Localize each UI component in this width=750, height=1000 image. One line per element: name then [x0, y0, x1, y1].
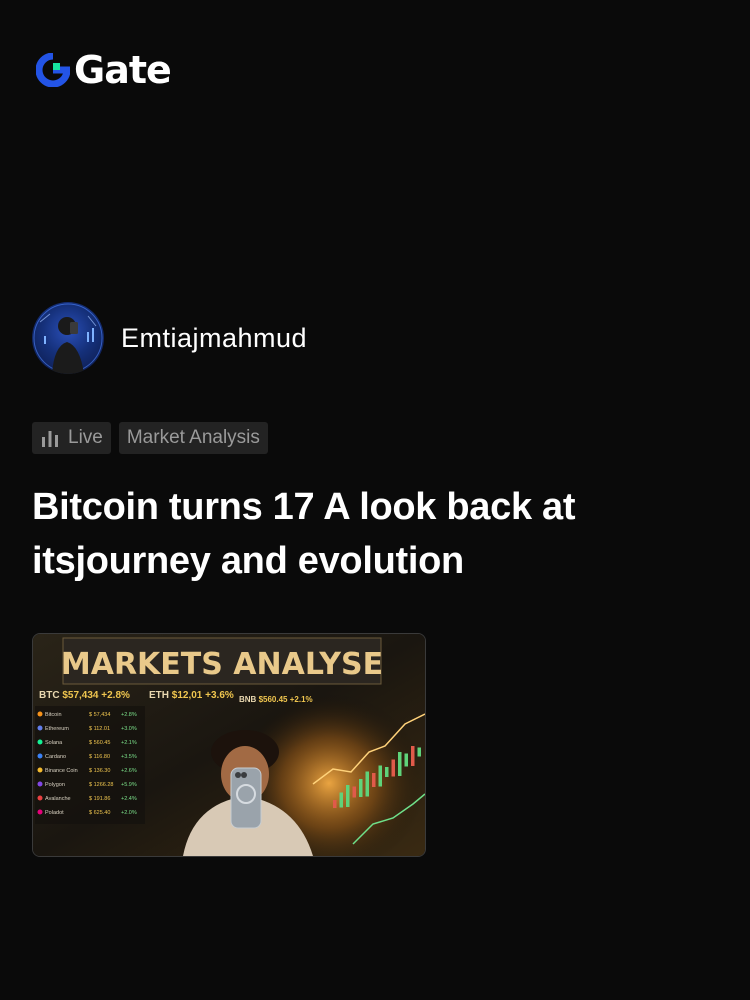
candle [378, 765, 382, 787]
ticker-bnb-symbol: BNB [239, 695, 257, 704]
coin-change: +3.5% [121, 754, 137, 760]
candle [404, 753, 408, 767]
thumbnail-headline: MARKETS ANALYSE [61, 647, 383, 682]
coin-icon [37, 711, 43, 717]
candle [346, 785, 350, 807]
coin-name: Solana [45, 740, 63, 746]
coin-price: $ 625.40 [89, 810, 110, 816]
tag-live-label: Live [68, 427, 103, 448]
svg-text:BNB $560.45 +2.1%: BNB $560.45 +2.1% [239, 695, 313, 704]
tag-live[interactable]: Live [32, 422, 111, 454]
coin-price: $ 191.86 [89, 796, 110, 802]
candle [365, 771, 369, 797]
ticker-btc-change: +2.8% [101, 690, 130, 701]
thumbnail-image: MARKETS ANALYSE BTC $57,434 +2.8% ETH $1… [33, 634, 425, 856]
candle [333, 800, 337, 808]
coin-name: Avalanche [45, 796, 71, 802]
candle [398, 752, 402, 776]
tag-market-analysis-label: Market Analysis [126, 427, 260, 448]
ticker-eth-change: +3.6% [205, 690, 234, 701]
coin-change: +2.1% [121, 740, 137, 746]
coin-icon [37, 781, 43, 787]
gate-logo[interactable]: Gate [36, 48, 172, 92]
coin-icon [37, 753, 43, 759]
coin-price: $ 116.80 [89, 754, 110, 760]
coin-name: Ethereum [45, 726, 69, 732]
avatar[interactable] [32, 302, 104, 374]
coin-price: $ 57,434 [89, 712, 110, 718]
coin-price: $ 112.01 [89, 726, 110, 732]
coin-change: +3.0% [121, 726, 137, 732]
coin-change: +5.9% [121, 782, 137, 788]
gate-logo-text: Gate [74, 48, 172, 92]
coin-price: $ 560.45 [89, 740, 110, 746]
coin-name: Poladot [45, 810, 64, 816]
coin-icon [37, 767, 43, 773]
ticker-eth-symbol: ETH [149, 690, 169, 701]
coin-name: Cardano [45, 754, 66, 760]
ticker-bnb-change: +2.1% [290, 695, 313, 704]
avatar-image [33, 303, 103, 374]
tag-list: Live Market Analysis [32, 422, 268, 454]
coin-name: Polygon [45, 782, 65, 788]
coin-icon [37, 725, 43, 731]
ticker-btc-symbol: BTC [39, 690, 60, 701]
ticker-bnb-price: $560.45 [259, 695, 288, 704]
coin-price: $ 136.30 [89, 768, 110, 774]
author-row[interactable]: Emtiajmahmud [32, 302, 307, 374]
candle [359, 779, 363, 797]
candle [385, 767, 389, 777]
coin-change: +2.6% [121, 768, 137, 774]
coin-change: +2.8% [121, 712, 137, 718]
svg-text:BTC $57,434 +2.8%: BTC $57,434 +2.8% [39, 690, 130, 701]
coin-price: $ 1266.28 [89, 782, 113, 788]
coin-name: Binance Coin [45, 768, 78, 774]
candle [411, 746, 415, 766]
candle [417, 747, 421, 757]
ticker-eth-price: $12,01 [172, 690, 203, 701]
post-thumbnail[interactable]: MARKETS ANALYSE BTC $57,434 +2.8% ETH $1… [32, 633, 426, 857]
candle [352, 786, 356, 798]
coin-change: +2.0% [121, 810, 137, 816]
candle [372, 773, 376, 787]
bar-chart-icon [42, 431, 58, 447]
coin-change: +2.4% [121, 796, 137, 802]
post-title[interactable]: Bitcoin turns 17 A look back at itsjourn… [32, 480, 682, 588]
coin-icon [37, 809, 43, 815]
svg-text:ETH $12,01 +3.6%: ETH $12,01 +3.6% [149, 690, 234, 701]
candle [391, 759, 395, 777]
author-name[interactable]: Emtiajmahmud [121, 323, 307, 354]
candle [339, 792, 343, 808]
coin-name: Bitcoin [45, 712, 62, 718]
coin-icon [37, 795, 43, 801]
ticker-btc-price: $57,434 [62, 690, 99, 701]
coin-icon [37, 739, 43, 745]
gate-logo-mark-icon [36, 53, 70, 87]
tag-market-analysis[interactable]: Market Analysis [118, 422, 268, 454]
